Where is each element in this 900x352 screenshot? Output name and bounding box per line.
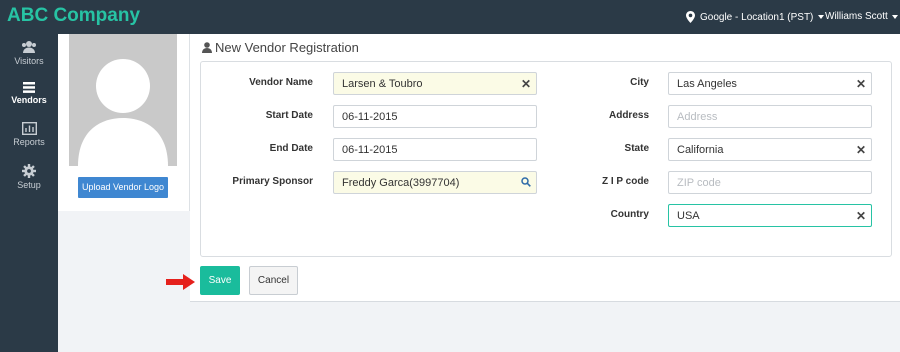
address-field[interactable]: Address	[668, 105, 872, 128]
clear-icon[interactable]: ✕	[851, 143, 871, 157]
state-field[interactable]: California ✕	[668, 138, 872, 161]
location-selector[interactable]: Google - Location1 (PST)	[686, 11, 825, 23]
vendor-form: Vendor Name Larsen & Toubro ✕ Start Date…	[200, 61, 892, 257]
start-date-label: Start Date	[265, 110, 313, 121]
main-content: New Vendor Registration Vendor Name Lars…	[190, 34, 900, 302]
user-name: Williams Scott	[825, 11, 888, 22]
app-title[interactable]: ABC Company	[7, 5, 140, 27]
sidebar-item-vendors[interactable]: Vendors	[0, 82, 58, 122]
sidebar-item-label: Visitors	[14, 56, 44, 66]
primary-sponsor-field[interactable]: Freddy Garca(3997704)	[333, 171, 537, 194]
clear-icon[interactable]: ✕	[851, 209, 871, 223]
vendor-name-label: Vendor Name	[249, 77, 313, 88]
save-button[interactable]: Save	[200, 266, 240, 295]
users-icon	[22, 41, 36, 53]
address-placeholder: Address	[677, 110, 718, 123]
end-date-field[interactable]: 06-11-2015	[333, 138, 537, 161]
chevron-down-icon	[891, 14, 898, 19]
bar-chart-icon	[21, 122, 37, 135]
end-date-value: 06-11-2015	[342, 143, 398, 156]
map-pin-icon	[686, 11, 695, 23]
city-value: Las Angeles	[677, 77, 737, 90]
gear-icon	[22, 164, 36, 178]
end-date-label: End Date	[269, 143, 313, 154]
sidebar-item-setup[interactable]: Setup	[0, 164, 58, 204]
start-date-field[interactable]: 06-11-2015	[333, 105, 537, 128]
address-label: Address	[608, 110, 649, 121]
country-label: Country	[610, 209, 649, 220]
cancel-button[interactable]: Cancel	[249, 266, 298, 295]
start-date-value: 06-11-2015	[342, 110, 398, 123]
primary-sponsor-value: Freddy Garca(3997704)	[342, 176, 460, 189]
zip-code-field[interactable]: ZIP code	[668, 171, 872, 194]
clear-icon[interactable]: ✕	[516, 77, 536, 91]
search-icon[interactable]	[516, 176, 536, 190]
avatar	[69, 34, 177, 166]
country-value: USA	[677, 209, 700, 222]
page-title-text: New Vendor Registration	[215, 40, 359, 55]
upload-vendor-logo-button[interactable]: Upload Vendor Logo	[78, 177, 168, 198]
clear-icon[interactable]: ✕	[851, 77, 871, 91]
user-icon	[202, 42, 212, 53]
top-bar: ABC Company Google - Location1 (PST) Wil…	[0, 0, 900, 34]
vendor-name-field[interactable]: Larsen & Toubro ✕	[333, 72, 537, 95]
sidebar-item-label: Reports	[13, 137, 45, 147]
list-icon	[23, 82, 35, 93]
state-value: California	[677, 143, 724, 156]
city-label: City	[630, 77, 649, 88]
primary-sponsor-label: Primary Sponsor	[232, 176, 313, 187]
city-field[interactable]: Las Angeles ✕	[668, 72, 872, 95]
page-title: New Vendor Registration	[202, 40, 359, 55]
sidebar-item-label: Vendors	[11, 95, 47, 105]
sidebar-item-label: Setup	[17, 180, 41, 190]
sidebar-item-visitors[interactable]: Visitors	[0, 40, 58, 80]
zip-code-label: Z I P code	[601, 176, 649, 187]
location-label: Google - Location1 (PST)	[700, 11, 814, 23]
user-menu[interactable]: Williams Scott	[825, 11, 898, 22]
state-label: State	[624, 143, 649, 154]
zip-code-placeholder: ZIP code	[677, 176, 721, 189]
user-silhouette-icon	[78, 59, 168, 166]
sidebar-item-reports[interactable]: Reports	[0, 122, 58, 162]
vendor-logo-panel: Upload Vendor Logo	[58, 34, 190, 211]
arrow-right-icon	[166, 274, 195, 290]
vendor-name-value: Larsen & Toubro	[342, 77, 423, 90]
chevron-down-icon	[818, 15, 825, 19]
country-field[interactable]: USA ✕	[668, 204, 872, 227]
sidebar: Visitors Vendors Reports Setup	[0, 34, 58, 352]
